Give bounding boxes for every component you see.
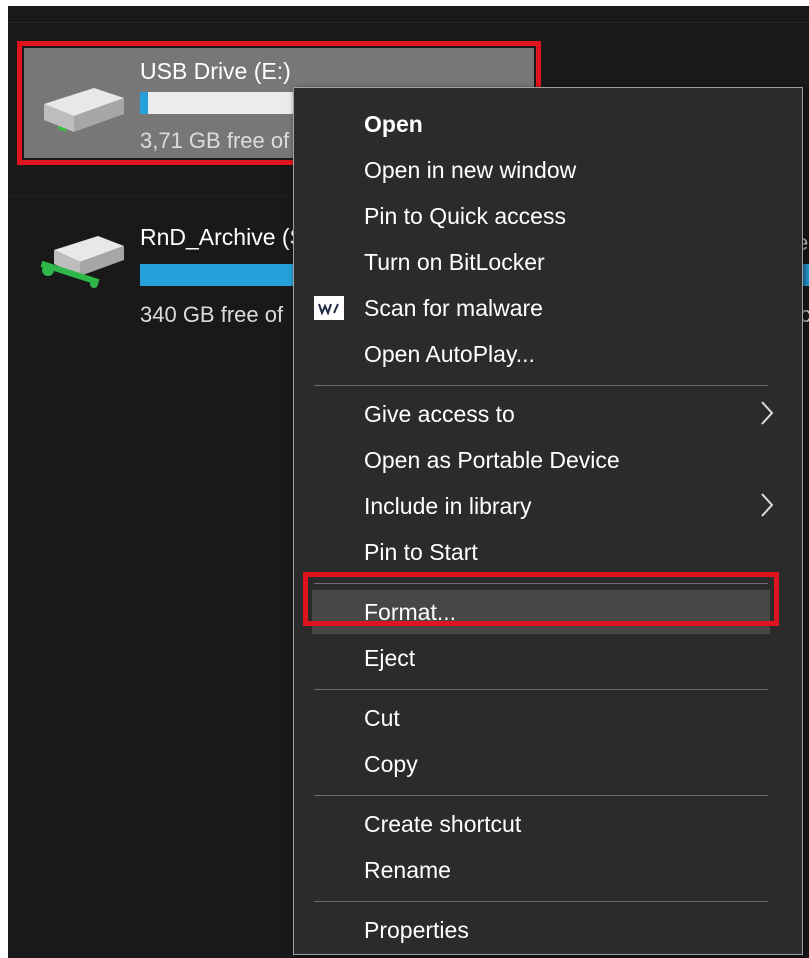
menu-item-create-shortcut[interactable]: Create shortcut (294, 802, 802, 846)
menu-separator (314, 901, 768, 902)
drive-free-space: 340 GB free of (140, 302, 284, 327)
menu-item-properties[interactable]: Properties (294, 908, 802, 952)
menu-item-give-access-to[interactable]: Give access to (294, 392, 802, 436)
menu-item-label: Pin to Start (364, 538, 478, 565)
drive-name: USB Drive (E:) (140, 58, 291, 84)
drive-name: RnD_Archive (S (140, 224, 305, 250)
drive-free-space: 3,71 GB free of (140, 128, 290, 153)
menu-item-label: Scan for malware (364, 294, 543, 321)
malwarebytes-icon (314, 296, 344, 320)
menu-item-open-autoplay[interactable]: Open AutoPlay... (294, 332, 802, 376)
chevron-right-icon (761, 493, 774, 517)
menu-item-rename[interactable]: Rename (294, 848, 802, 892)
clipped-usage-bar (802, 264, 809, 286)
menu-item-cut[interactable]: Cut (294, 696, 802, 740)
menu-item-label: Give access to (364, 400, 515, 427)
menu-item-open-as-portable-device[interactable]: Open as Portable Device (294, 438, 802, 482)
menu-item-include-in-library[interactable]: Include in library (294, 484, 802, 528)
usb-drive-icon (44, 88, 124, 132)
menu-item-open[interactable]: Open (294, 102, 802, 146)
chevron-right-icon (761, 401, 774, 425)
menu-item-label: Open in new window (364, 156, 577, 183)
menu-separator (314, 795, 768, 796)
menu-item-label: Properties (364, 916, 469, 943)
menu-item-format[interactable]: Format... (312, 590, 770, 634)
section-divider (8, 22, 809, 23)
network-drive-icon (40, 236, 124, 288)
drive-usage-fill (140, 92, 148, 114)
menu-item-label: Rename (364, 856, 451, 883)
menu-item-label: Open AutoPlay... (364, 340, 535, 367)
menu-item-label: Eject (364, 644, 416, 671)
menu-item-label: Turn on BitLocker (364, 248, 545, 275)
menu-item-label: Create shortcut (364, 810, 522, 837)
menu-item-pin-to-start[interactable]: Pin to Start (294, 530, 802, 574)
context-menu: Open Open in new window Pin to Quick acces… (293, 87, 803, 955)
menu-item-pin-to-quick-access[interactable]: Pin to Quick access (294, 194, 802, 238)
menu-item-label: Open (364, 110, 423, 137)
menu-item-label: Format... (364, 598, 457, 625)
menu-item-label: Copy (364, 750, 418, 777)
menu-separator (314, 689, 768, 690)
menu-item-copy[interactable]: Copy (294, 742, 802, 786)
menu-separator (314, 583, 768, 584)
menu-item-label: Pin to Quick access (364, 202, 566, 229)
menu-item-label: Open as Portable Device (364, 446, 620, 473)
menu-item-eject[interactable]: Eject (294, 636, 802, 680)
menu-item-label: Cut (364, 704, 400, 731)
menu-item-label: Include in library (364, 492, 532, 519)
menu-separator (314, 385, 768, 386)
menu-item-open-in-new-window[interactable]: Open in new window (294, 148, 802, 192)
menu-item-scan-for-malware[interactable]: Scan for malware (294, 286, 802, 330)
menu-item-turn-on-bitlocker[interactable]: Turn on BitLocker (294, 240, 802, 284)
